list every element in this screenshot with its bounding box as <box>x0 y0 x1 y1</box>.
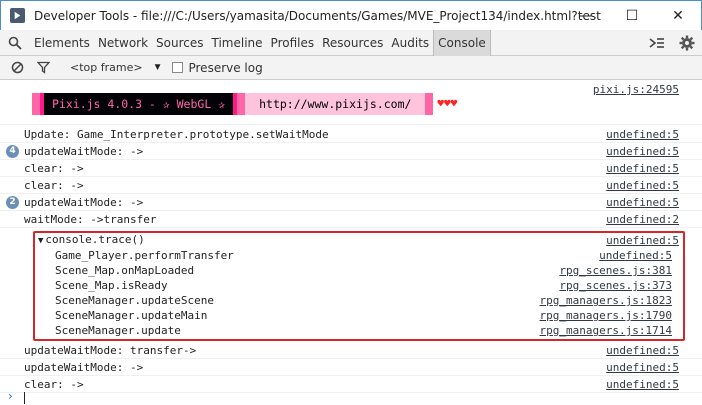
trace-highlight-box <box>33 231 685 341</box>
close-button[interactable]: ✕ <box>655 1 701 31</box>
console-line: Update: Game_Interpreter.prototype.setWa… <box>0 126 702 143</box>
log-text: clear: -> <box>24 179 84 192</box>
tab-audits[interactable]: Audits <box>387 30 433 56</box>
repeat-count-badge: 4 <box>6 145 19 158</box>
settings-gear-icon[interactable] <box>672 30 702 56</box>
preserve-log-box[interactable] <box>172 62 184 73</box>
log-source-link[interactable]: undefined:5 <box>606 196 679 209</box>
frame-selector[interactable]: <top frame> <box>70 61 143 74</box>
pixi-hearts: ♥♥♥ <box>437 97 458 110</box>
log-source-link[interactable]: undefined:5 <box>606 128 679 141</box>
panel-tab-bar: Elements Network Sources Timeline Profil… <box>0 29 702 56</box>
log-text: waitMode: ->transfer <box>24 213 157 226</box>
console-line: 2 updateWaitMode: -> undefined:5 <box>0 194 702 211</box>
preserve-log-label: Preserve log <box>188 60 263 75</box>
tab-console[interactable]: Console <box>433 29 491 56</box>
filter-icon[interactable] <box>30 56 56 80</box>
title-bar: Developer Tools - file:///C:/Users/yamas… <box>0 0 702 30</box>
pixi-url-text: http://www.pixijs.com/ <box>245 93 426 115</box>
log-text: Update: Game_Interpreter.prototype.setWa… <box>24 128 329 141</box>
log-text: clear: -> <box>24 162 84 175</box>
console-line: waitMode: ->transfer undefined:2 <box>0 211 702 228</box>
clear-console-icon[interactable] <box>4 56 30 80</box>
tab-network[interactable]: Network <box>94 30 152 56</box>
frame-dropdown-arrow-icon[interactable]: ▼ <box>153 62 163 73</box>
pixi-banner-row: Pixi.js 4.0.3 - ✰ WebGL ✰ http://www.pix… <box>0 81 702 125</box>
pixi-banner: Pixi.js 4.0.3 - ✰ WebGL ✰ http://www.pix… <box>32 93 457 115</box>
pixi-source-link[interactable]: pixi.js:24595 <box>593 83 679 96</box>
tab-resources[interactable]: Resources <box>318 30 387 56</box>
log-source-link[interactable]: undefined:5 <box>606 162 679 175</box>
window-title: Developer Tools - file:///C:/Users/yamas… <box>34 8 601 23</box>
log-text: updateWaitMode: -> <box>24 361 144 374</box>
show-drawer-icon[interactable] <box>642 30 672 56</box>
tab-timeline[interactable]: Timeline <box>208 30 267 56</box>
console-toolbar: <top frame> ▼ Preserve log <box>0 56 702 80</box>
tab-sources[interactable]: Sources <box>152 30 207 56</box>
devtools-app-icon <box>9 8 25 24</box>
minimize-button[interactable]: — <box>563 1 609 31</box>
log-text: updateWaitMode: -> <box>24 145 144 158</box>
log-source-link[interactable]: undefined:2 <box>606 213 679 226</box>
console-line: clear: -> undefined:5 <box>0 376 702 393</box>
console-prompt-icon: › <box>8 389 13 403</box>
log-source-link[interactable]: undefined:5 <box>606 378 679 391</box>
console-line: updateWaitMode: -> undefined:5 <box>0 359 702 376</box>
console-line: updateWaitMode: transfer-> undefined:5 <box>0 342 702 359</box>
console-input-caret[interactable] <box>24 392 25 404</box>
log-source-link[interactable]: undefined:5 <box>606 361 679 374</box>
console-messages: Pixi.js 4.0.3 - ✰ WebGL ✰ http://www.pix… <box>0 81 702 405</box>
console-line: 4 updateWaitMode: -> undefined:5 <box>0 143 702 160</box>
pixi-version-text: Pixi.js 4.0.3 - ✰ WebGL ✰ <box>44 93 234 115</box>
preserve-log-checkbox[interactable]: Preserve log <box>172 60 263 75</box>
maximize-button[interactable]: ☐ <box>609 1 655 31</box>
log-text: updateWaitMode: transfer-> <box>24 344 197 357</box>
log-source-link[interactable]: undefined:5 <box>606 145 679 158</box>
log-text: clear: -> <box>24 378 84 391</box>
console-line: clear: -> undefined:5 <box>0 160 702 177</box>
inspect-search-icon[interactable] <box>0 30 30 56</box>
log-text: updateWaitMode: -> <box>24 196 144 209</box>
console-line: clear: -> undefined:5 <box>0 177 702 194</box>
log-source-link[interactable]: undefined:5 <box>606 179 679 192</box>
repeat-count-badge: 2 <box>6 196 19 209</box>
tab-elements[interactable]: Elements <box>30 30 94 56</box>
tab-profiles[interactable]: Profiles <box>267 30 319 56</box>
log-source-link[interactable]: undefined:5 <box>606 344 679 357</box>
